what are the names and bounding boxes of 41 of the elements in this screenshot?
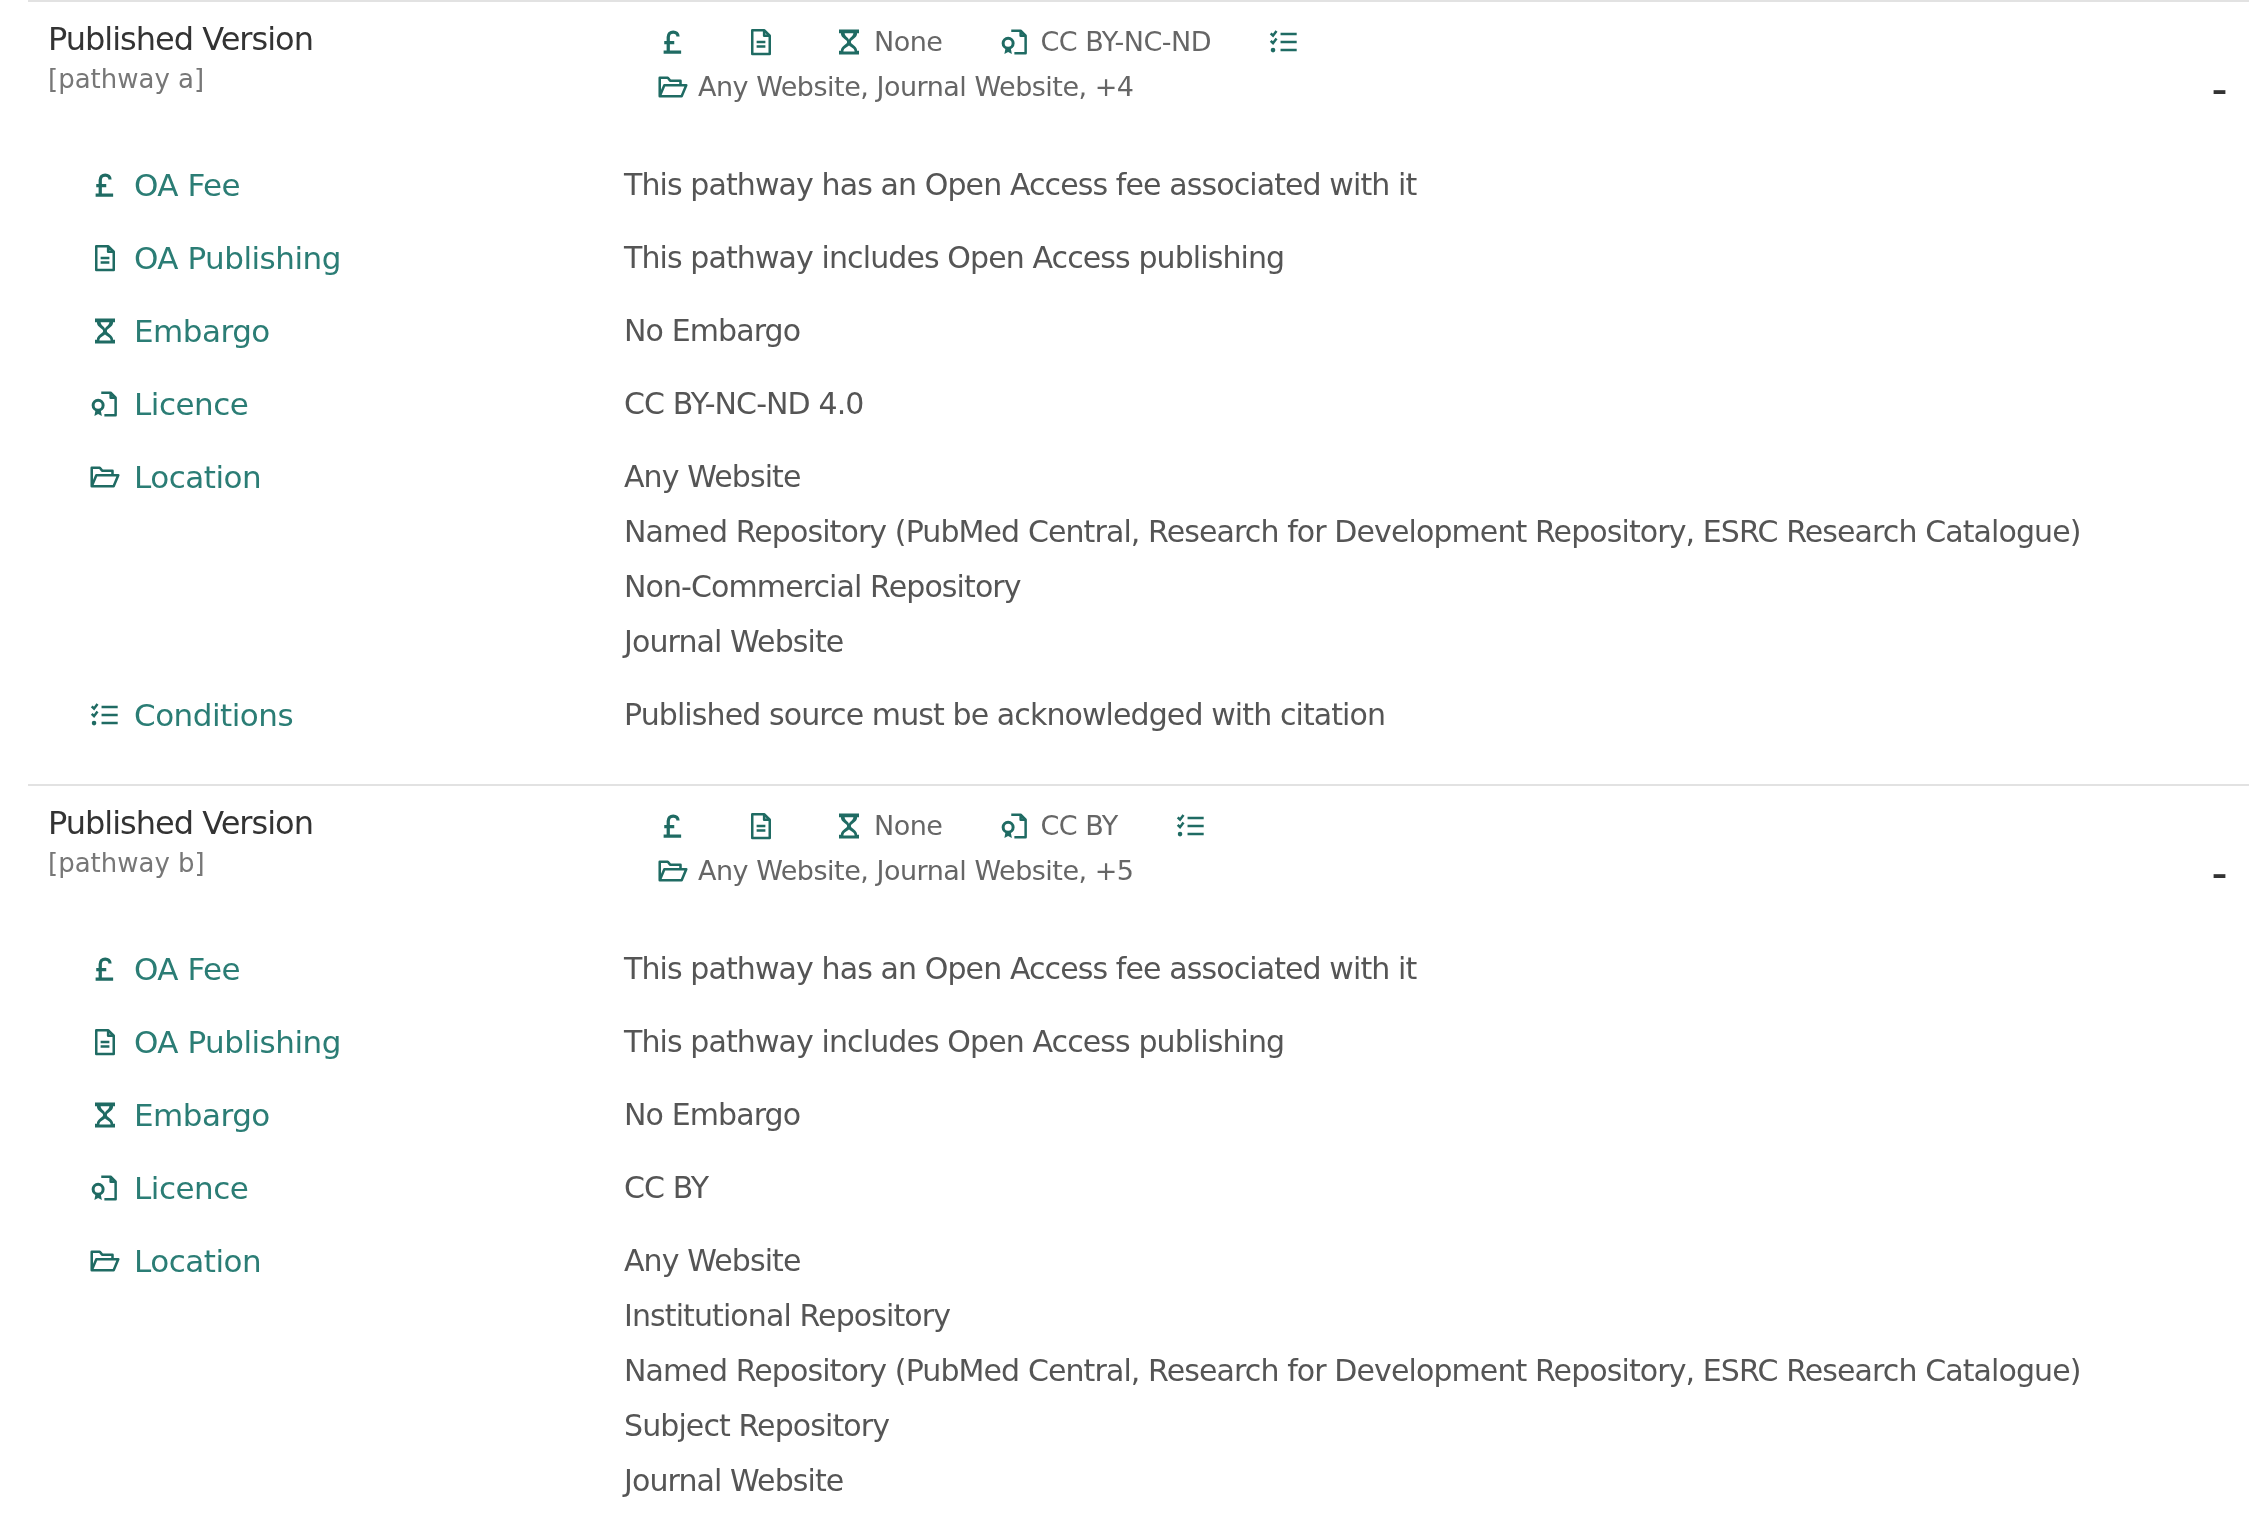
detail-value: Published source must be acknowledged with citation [624, 696, 1386, 734]
detail-value: Journal Website [624, 623, 844, 661]
locations-summary: Any Website, Journal Website, +5 [698, 855, 1134, 886]
summary-text: CC BY [1040, 810, 1118, 841]
detail-label: OA Fee [134, 950, 241, 987]
detail-value: This pathway has an Open Access fee associated with it [624, 950, 1417, 988]
detail-value: CC BY-NC-ND 4.0 [624, 385, 864, 423]
locations-summary: Any Website, Journal Website, +4 [698, 71, 1134, 102]
summary-text: CC BY-NC-ND [1040, 26, 1212, 57]
detail-value: No Embargo [624, 312, 801, 350]
detail-value: Institutional Repository [624, 1297, 950, 1335]
detail-value: Named Repository (PubMed Central, Research for Development Repository, ESRC Research Catalogue) [624, 1352, 2081, 1390]
pathway-id: [pathway a] [48, 64, 206, 94]
summary-text: None [874, 26, 943, 57]
pathway-title: Published Version [48, 804, 314, 842]
detail-value: Journal Website [624, 1462, 844, 1500]
detail-label: OA Publishing [134, 1023, 341, 1060]
detail-label: Embargo [134, 312, 270, 349]
collapse-button[interactable]: – [2208, 856, 2231, 891]
detail-value: CC BY [624, 1169, 709, 1207]
detail-value: This pathway includes Open Access publishing [624, 1023, 1285, 1061]
detail-value: Subject Repository [624, 1407, 889, 1445]
collapse-button[interactable]: – [2208, 72, 2231, 107]
detail-label: Location [134, 458, 262, 495]
detail-value: Any Website [624, 1242, 801, 1280]
detail-label: Licence [134, 385, 249, 422]
detail-value: Named Repository (PubMed Central, Research for Development Repository, ESRC Research Catalogue) [624, 513, 2081, 551]
detail-value: This pathway has an Open Access fee associated with it [624, 166, 1417, 204]
summary-text: None [874, 810, 943, 841]
detail-label: Licence [134, 1169, 249, 1206]
detail-value: Any Website [624, 458, 801, 496]
detail-label: Embargo [134, 1096, 270, 1133]
detail-label: Location [134, 1242, 262, 1279]
detail-label: OA Fee [134, 166, 241, 203]
pathway-title: Published Version [48, 20, 314, 58]
pathway-id: [pathway b] [48, 848, 206, 878]
detail-value: Non-Commercial Repository [624, 568, 1021, 606]
detail-label: Conditions [134, 696, 294, 733]
detail-label: OA Publishing [134, 239, 341, 276]
detail-value: This pathway includes Open Access publishing [624, 239, 1285, 277]
detail-value: No Embargo [624, 1096, 801, 1134]
